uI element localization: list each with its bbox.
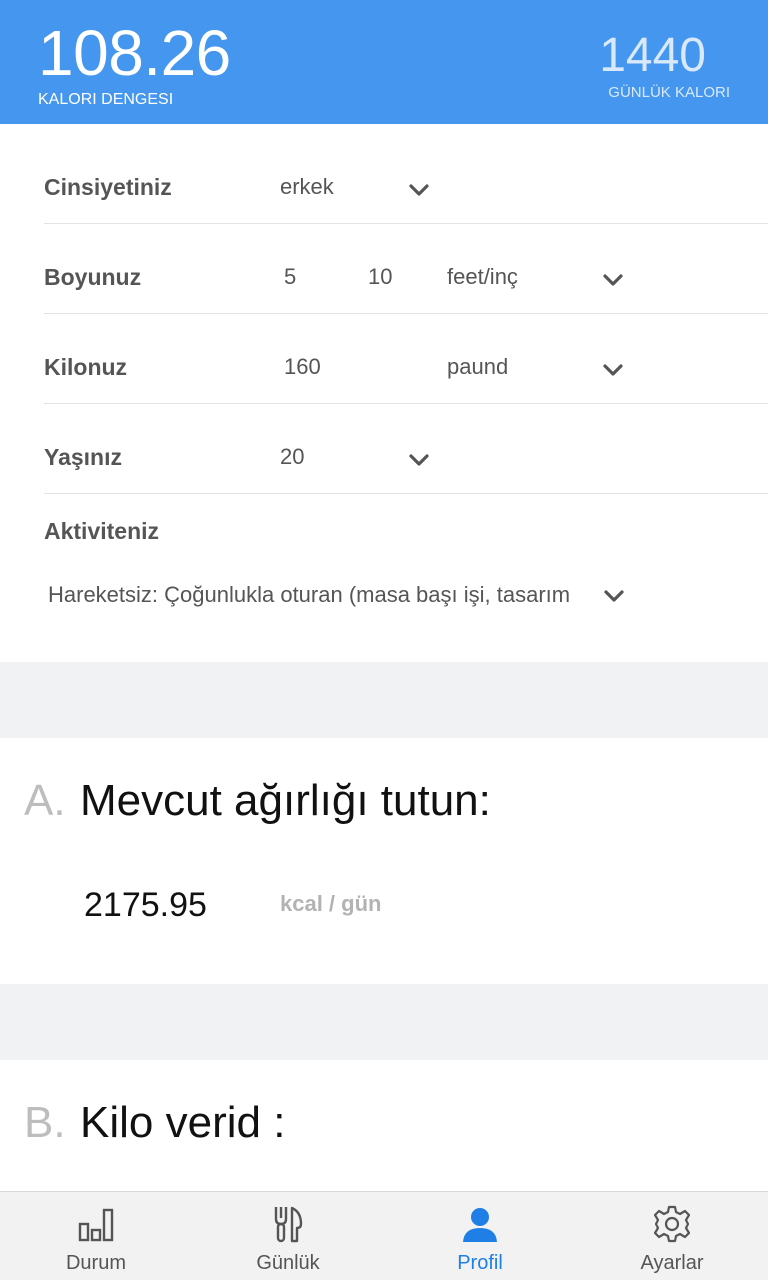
tab-label: Durum (65, 1252, 126, 1274)
bar-chart-icon (76, 1204, 116, 1244)
height-unit-select[interactable]: feet/inç (447, 264, 518, 290)
weight-label: Kilonuz (44, 354, 128, 380)
height-inch-input[interactable]: 10 (368, 264, 392, 290)
calorie-balance-value: 108.26 (38, 17, 231, 89)
weight-unit-select[interactable]: paund (447, 354, 508, 380)
tab-gunluk[interactable]: Günlük (192, 1192, 384, 1280)
section-letter: B. (24, 1098, 66, 1147)
chevron-down-icon[interactable] (603, 585, 625, 607)
height-label: Boyunuz (44, 264, 142, 290)
chevron-down-icon[interactable] (602, 359, 624, 381)
chevron-down-icon[interactable] (408, 449, 430, 471)
gender-select[interactable]: erkek (280, 174, 334, 200)
section-divider (0, 984, 768, 1060)
age-label: Yaşınız (44, 444, 122, 470)
gear-icon (652, 1204, 692, 1244)
kcal-unit-label: kcal / gün (280, 891, 382, 916)
weight-row: Kilonuz 160 paund (44, 314, 768, 404)
age-select[interactable]: 20 (280, 444, 304, 470)
age-row: Yaşınız 20 (44, 404, 768, 494)
daily-calorie-value: 1440 (599, 29, 706, 82)
calorie-header: 108.26 KALORI DENGESI 1440 GÜNLÜK KALORI (0, 0, 768, 124)
daily-calorie-label: GÜNLÜK KALORI (608, 84, 730, 101)
maintain-weight-card: A. Mevcut ağırlığı tutun: 2175.95 kcal /… (0, 738, 768, 984)
section-letter: A. (24, 776, 66, 825)
profile-form: Cinsiyetiniz erkek Boyunuz 5 10 feet/inç… (0, 124, 768, 662)
tab-profil[interactable]: Profil (384, 1192, 576, 1280)
lose-weight-card: B. Kilo verid : (0, 1060, 768, 1191)
lose-weight-title: Kilo verid : (80, 1098, 286, 1147)
person-icon (460, 1204, 500, 1244)
gender-label: Cinsiyetiniz (44, 174, 172, 200)
height-feet-input[interactable]: 5 (284, 264, 296, 290)
tab-label: Ayarlar (640, 1252, 704, 1274)
chevron-down-icon[interactable] (408, 179, 430, 201)
chevron-down-icon[interactable] (602, 269, 624, 291)
activity-select[interactable]: Hareketsiz: Çoğunlukla oturan (masa başı… (48, 582, 602, 608)
tab-label: Günlük (256, 1252, 320, 1274)
weight-input[interactable]: 160 (284, 354, 321, 380)
maintain-kcal-value: 2175.95 (84, 886, 207, 924)
tab-durum[interactable]: Durum (0, 1192, 192, 1280)
tab-label: Profil (457, 1252, 503, 1274)
section-divider (0, 662, 768, 738)
tab-ayarlar[interactable]: Ayarlar (576, 1192, 768, 1280)
calorie-balance-label: KALORI DENGESI (38, 91, 174, 108)
activity-label: Aktiviteniz (44, 518, 160, 544)
bottom-tab-bar: Durum Günlük Profil Ayarlar (0, 1191, 768, 1280)
fork-knife-icon (268, 1204, 308, 1244)
height-row: Boyunuz 5 10 feet/inç (44, 224, 768, 314)
gender-row: Cinsiyetiniz erkek (44, 134, 768, 224)
maintain-weight-title: Mevcut ağırlığı tutun: (80, 776, 491, 825)
